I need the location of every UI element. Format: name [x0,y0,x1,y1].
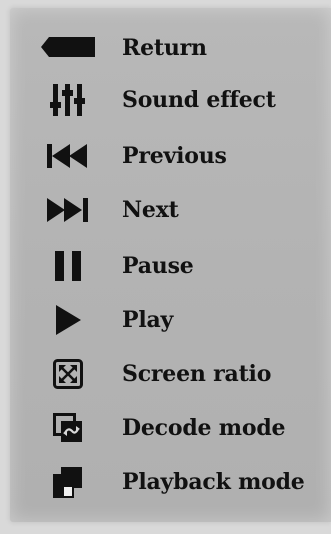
legend-item-play: Play [10,294,331,346]
legend-label-sound-effect: Sound effect [122,87,276,113]
legend-item-pause: Pause [10,240,331,292]
legend-item-decode-mode: Decode mode [10,402,331,454]
legend-item-screen-ratio: Screen ratio [10,348,331,400]
legend-label-pause: Pause [122,253,194,279]
control-legend-panel: Return Sound effect Previous Next Pause … [10,8,331,522]
legend-list: Return Sound effect Previous Next Pause … [10,8,331,522]
legend-item-previous: Previous [10,130,331,182]
legend-label-previous: Previous [122,143,227,169]
legend-item-sound-effect: Sound effect [10,74,331,126]
legend-label-decode-mode: Decode mode [122,415,286,441]
legend-label-play: Play [122,307,174,333]
next-icon [38,184,98,236]
legend-item-playback-mode: Playback mode [10,456,331,508]
legend-label-next: Next [122,197,179,223]
playback-mode-icon [38,456,98,508]
play-icon [38,294,98,346]
legend-item-return: Return [10,22,331,74]
legend-item-next: Next [10,184,331,236]
legend-label-playback-mode: Playback mode [122,469,305,495]
screen-ratio-icon [38,348,98,400]
sound-effect-icon [38,74,98,126]
return-icon [38,22,98,74]
pause-icon [38,240,98,292]
previous-icon [38,130,98,182]
legend-label-screen-ratio: Screen ratio [122,361,272,387]
decode-mode-icon [38,402,98,454]
legend-label-return: Return [122,35,207,61]
